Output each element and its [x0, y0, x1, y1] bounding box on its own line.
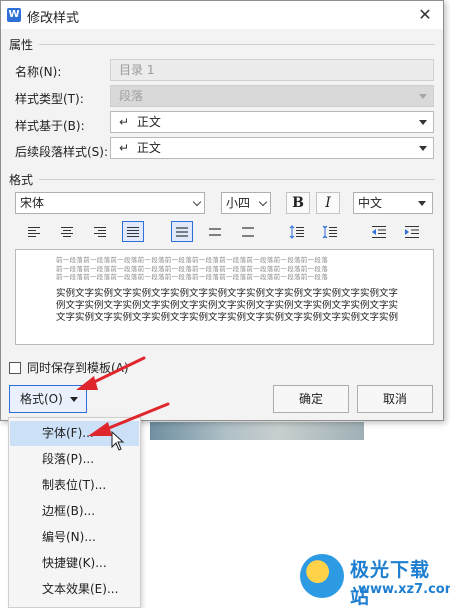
name-label: 名称(N): — [15, 65, 62, 79]
style-type-select[interactable]: 段落 — [110, 85, 434, 107]
annotation-arrow-icon — [88, 402, 170, 436]
italic-button[interactable]: I — [316, 192, 340, 214]
menu-item-border[interactable]: 边框(B)... — [10, 499, 139, 524]
indent-decrease-icon — [372, 225, 386, 238]
style-preview-box: 前一段落前一段落前一段落前一段落前一段落前一段落前一段落前一段落前一段落前一段落… — [15, 249, 434, 345]
chevron-down-icon — [258, 197, 268, 207]
single-spacing-button[interactable] — [171, 221, 193, 242]
align-right-icon — [94, 226, 106, 237]
style-type-label: 样式类型(T): — [15, 92, 84, 106]
dropdown-arrow-icon — [419, 94, 427, 99]
align-left-icon — [28, 226, 40, 237]
preview-previous-paragraph-line: 前一段落前一段落前一段落前一段落前一段落前一段落前一段落前一段落前一段落前一段落 — [56, 273, 328, 281]
next-style-select[interactable]: ↵ 正文 — [110, 137, 434, 159]
font-select[interactable]: 宋体 — [15, 192, 205, 214]
watermark-logo-icon — [300, 554, 344, 598]
menu-item-text-effects[interactable]: 文本效果(E)... — [10, 577, 139, 602]
decrease-spacing-before-button[interactable] — [319, 221, 341, 242]
watermark-logo: 极光下载站 www.xz7.com — [296, 552, 450, 608]
font-value: 宋体 — [20, 196, 45, 210]
menu-item-tabs[interactable]: 制表位(T)... — [10, 473, 139, 498]
section-divider — [39, 44, 435, 45]
preview-previous-paragraph-line: 前一段落前一段落前一段落前一段落前一段落前一段落前一段落前一段落前一段落前一段落 — [56, 264, 328, 273]
wps-app-icon: W — [7, 8, 21, 22]
save-to-template-checkbox[interactable] — [9, 362, 21, 374]
dropdown-arrow-icon — [418, 201, 426, 206]
preview-sample-line: 例文字实例文字实例文字实例文字实例文字实例文字实例文字实例文字实例文字实 — [56, 300, 399, 311]
based-on-value: 正文 — [136, 115, 161, 129]
line-spacing-single-icon — [176, 226, 188, 237]
chevron-down-icon — [192, 197, 202, 207]
cancel-button[interactable]: 取消 — [357, 385, 433, 413]
double-spacing-button[interactable] — [237, 221, 259, 242]
preview-previous-paragraph-line: 前一段落前一段落前一段落前一段落前一段落前一段落前一段落前一段落前一段落前一段落 — [56, 256, 328, 264]
properties-section-label: 属性 — [9, 38, 34, 52]
properties-section-header: 属性 — [9, 36, 435, 53]
title-bar: W 修改样式 ✕ — [1, 1, 443, 29]
language-select[interactable]: 中文 — [353, 192, 433, 214]
font-size-select[interactable]: 小四 — [221, 192, 271, 214]
section-divider — [39, 179, 435, 180]
based-on-label: 样式基于(B): — [15, 119, 85, 133]
close-button[interactable]: ✕ — [407, 1, 443, 29]
background-photo-strip — [150, 422, 364, 440]
dropdown-arrow-icon — [419, 146, 427, 151]
based-on-select[interactable]: ↵ 正文 — [110, 111, 434, 133]
spacing-before-increase-icon — [289, 224, 304, 239]
justify-icon — [127, 226, 139, 237]
format-button-label: 格式(O) — [20, 392, 63, 406]
style-type-value: 段落 — [119, 89, 144, 103]
paragraph-mark-icon: ↵ — [119, 115, 130, 129]
next-style-label: 后续段落样式(S): — [15, 145, 109, 159]
format-section-header: 格式 — [9, 171, 435, 188]
modify-style-dialog: W 修改样式 ✕ 属性 名称(N): 目录 1 样式类型(T): 段落 样式基于… — [0, 0, 444, 421]
justify-button[interactable] — [122, 221, 144, 242]
one-half-spacing-button[interactable] — [204, 221, 226, 242]
paragraph-mark-icon: ↵ — [119, 141, 130, 155]
preview-sample-line: 文字实例文字实例文字实例文字实例文字实例文字实例文字实例文字实例文字实例 — [56, 312, 399, 323]
decrease-indent-button[interactable] — [368, 221, 390, 242]
dropdown-arrow-icon — [70, 397, 78, 402]
bold-button[interactable]: B — [286, 192, 310, 214]
indent-increase-icon — [405, 225, 419, 238]
align-center-button[interactable] — [56, 221, 78, 242]
next-style-value: 正文 — [136, 141, 161, 155]
font-size-value: 小四 — [226, 196, 251, 210]
language-value: 中文 — [358, 196, 383, 210]
line-spacing-double-icon — [242, 226, 254, 237]
preview-sample-line: 实例文字实例文字实例文字实例文字实例文字实例文字实例文字实例文字实例文字 — [56, 288, 399, 299]
menu-item-shortcut[interactable]: 快捷键(K)... — [10, 551, 139, 576]
increase-spacing-before-button[interactable] — [286, 221, 308, 242]
dropdown-arrow-icon — [419, 120, 427, 125]
line-spacing-1-5-icon — [209, 227, 221, 236]
align-right-button[interactable] — [89, 221, 111, 242]
menu-item-numbering[interactable]: 编号(N)... — [10, 525, 139, 550]
spacing-before-decrease-icon — [322, 225, 337, 238]
format-section-label: 格式 — [9, 173, 34, 187]
annotation-arrow-icon — [76, 356, 146, 390]
mouse-cursor-icon — [111, 431, 125, 451]
dialog-title: 修改样式 — [27, 11, 80, 26]
name-input[interactable]: 目录 1 — [110, 59, 434, 81]
increase-indent-button[interactable] — [401, 221, 423, 242]
align-center-icon — [61, 226, 73, 237]
ok-button[interactable]: 确定 — [273, 385, 349, 413]
align-left-button[interactable] — [23, 221, 45, 242]
watermark-site: www.xz7.com — [358, 582, 450, 597]
